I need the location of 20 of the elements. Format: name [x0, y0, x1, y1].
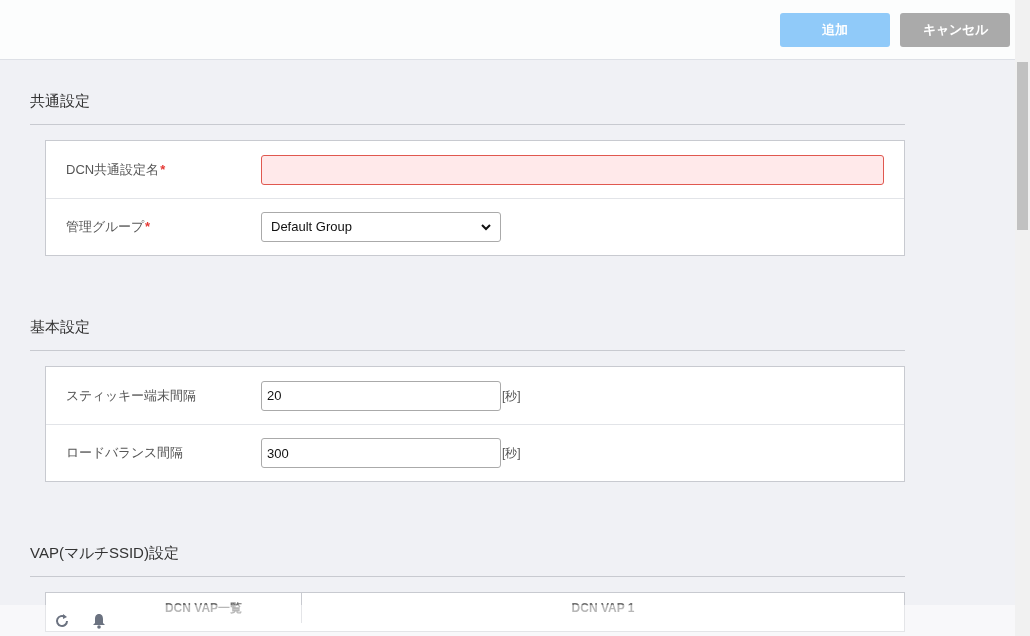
field-label: 管理グループ — [66, 219, 144, 235]
input-field[interactable]: 300 — [261, 438, 501, 468]
field-label: DCN共通設定名 — [66, 161, 160, 177]
section-title: 基本設定 — [30, 316, 905, 351]
unit-label: [秒] — [502, 387, 521, 405]
field-label: ロードバランス間隔 — [65, 444, 184, 463]
unit-label: [秒] — [502, 445, 521, 462]
group-select[interactable]: Default Group — [261, 212, 501, 242]
section-title: VAP(マルチSSID)設定 — [30, 542, 905, 577]
input-field[interactable] — [261, 154, 884, 185]
chevron-down-icon — [481, 223, 491, 231]
section-title: 共通設定 — [30, 90, 905, 125]
column-header: DCN VAP 1 — [570, 600, 636, 617]
input-field[interactable]: 20 — [261, 380, 501, 411]
refresh-icon[interactable] — [54, 612, 70, 629]
bell-icon[interactable] — [92, 612, 106, 629]
required-mark: * — [145, 219, 151, 235]
field-label: スティッキー端末間隔 — [65, 386, 197, 405]
required-mark: * — [160, 161, 166, 177]
scrollbar[interactable] — [1015, 0, 1030, 636]
